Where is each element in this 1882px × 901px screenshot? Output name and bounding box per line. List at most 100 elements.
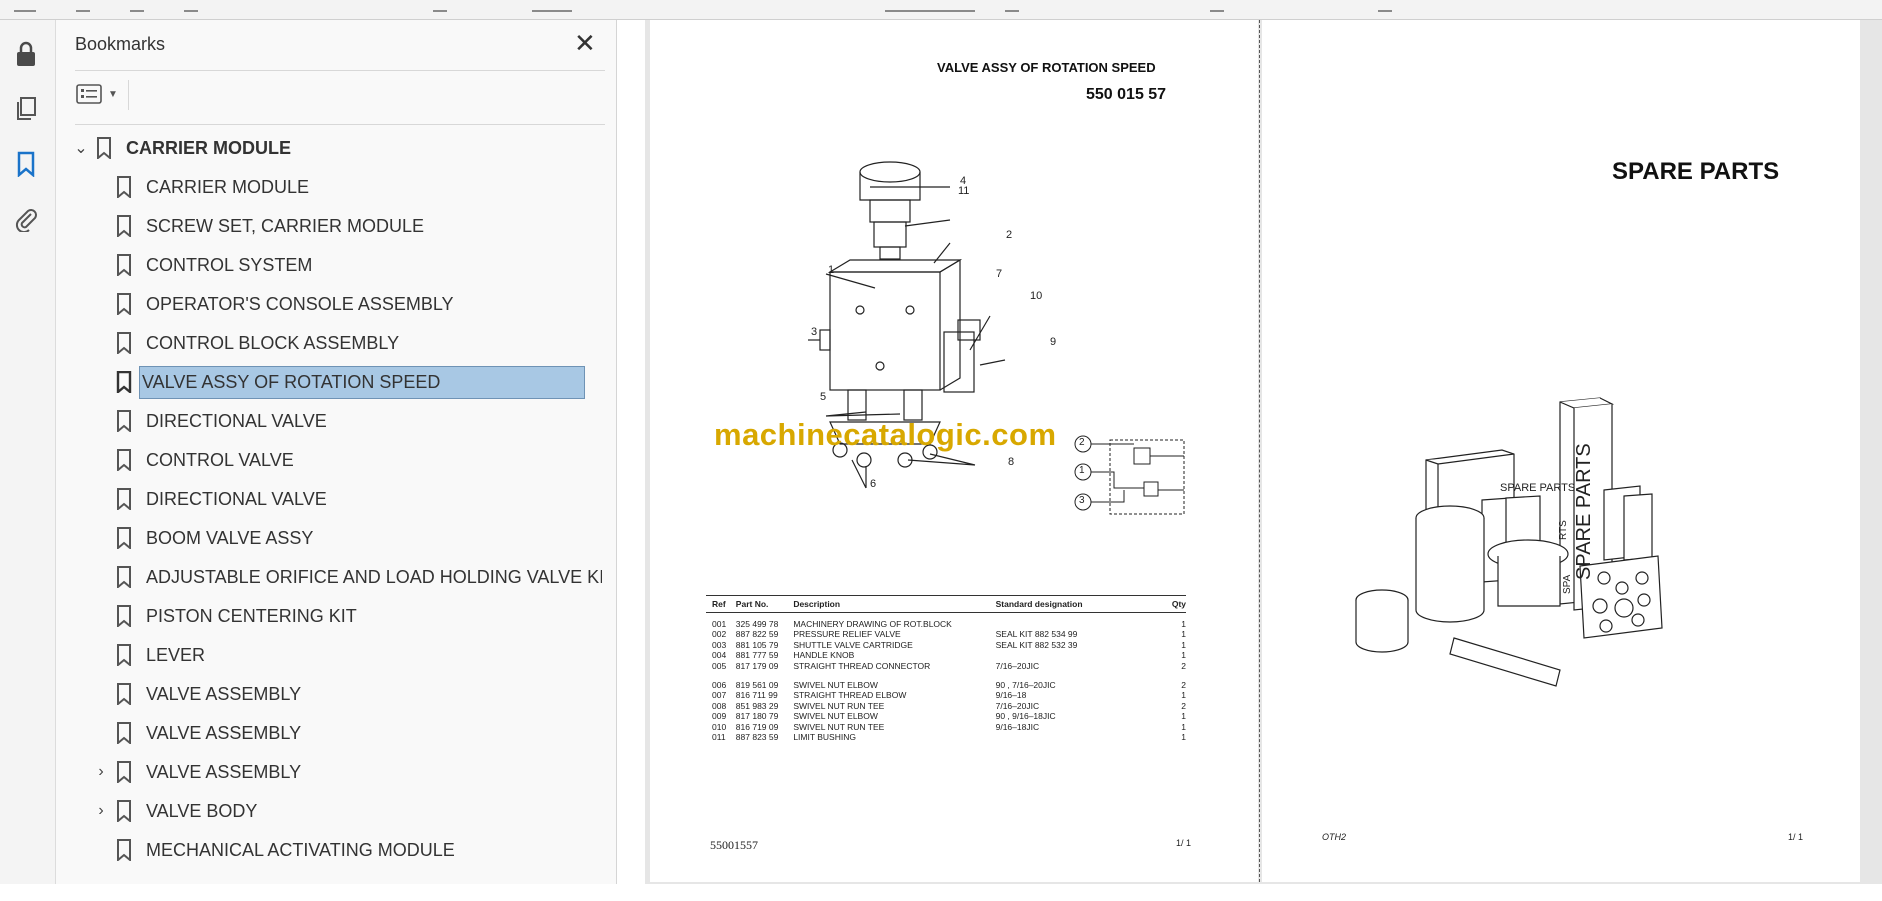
- callout-label: 10: [1030, 290, 1043, 302]
- bookmark-label: CARRIER MODULE: [126, 137, 291, 158]
- callout-label: 11: [958, 185, 970, 197]
- divider: [75, 124, 605, 125]
- bookmark-icon: [117, 566, 131, 588]
- table-header: Ref Part No. Description Standard design…: [706, 595, 1186, 613]
- print-icon[interactable]: [130, 0, 144, 12]
- table-row: 007 816 711 99 STRAIGHT THREAD ELBOW 9/16–1…: [712, 690, 1186, 701]
- bookmark-label: LEVER: [146, 644, 206, 665]
- bookmark-item-expandable[interactable]: › VALVE ASSEMBLY: [92, 755, 301, 789]
- bookmark-label: VALVE ASSY OF ROTATION SPEED: [139, 365, 585, 399]
- bookmark-item[interactable]: CONTROL VALVE: [116, 443, 294, 477]
- box-label: SPARE PARTS: [1500, 482, 1576, 494]
- bookmark-item-expandable[interactable]: › VALVE BODY: [92, 794, 257, 828]
- fit-page-icon[interactable]: [1005, 0, 1019, 12]
- page-divider: [1259, 20, 1260, 882]
- bookmark-label: VALVE ASSEMBLY: [146, 722, 302, 743]
- zoom-icon[interactable]: [184, 0, 198, 12]
- bookmark-item-carrier-module-root[interactable]: ⌄ CARRIER MODULE: [72, 131, 291, 165]
- table-row: 001 325 499 78 MACHINERY DRAWING OF ROT.BL…: [712, 619, 1186, 629]
- watermark: machinecatalogic.com: [714, 417, 1057, 452]
- callout-label: 9: [1050, 336, 1057, 348]
- schematic-label: 1: [1079, 465, 1085, 476]
- box-label-vertical: SPA: [1562, 574, 1573, 594]
- divider: [128, 80, 129, 110]
- bookmark-label: VALVE BODY: [146, 800, 258, 821]
- pages-icon[interactable]: [12, 95, 40, 123]
- valve-drawing: [808, 161, 1006, 489]
- bookmark-icon: [116, 371, 132, 393]
- page-footer-code: OTH2: [1322, 832, 1347, 842]
- table-row: 002 887 822 59 PRESSURE RELIEF VALVE SEAL K…: [712, 629, 1186, 640]
- chevron-right-icon[interactable]: ›: [92, 763, 110, 781]
- bookmark-item[interactable]: BOOM VALVE ASSY: [116, 521, 313, 555]
- bookmark-icon: [97, 137, 111, 159]
- table-row: 005 817 179 09 STRAIGHT THREAD CONNECTOR 7/…: [712, 660, 1186, 671]
- bookmark-item[interactable]: MECHANICAL ACTIVATING MODULE: [116, 833, 455, 867]
- bookmark-label: MECHANICAL ACTIVATING MODULE: [146, 839, 455, 860]
- page-footer-code: 55001557: [710, 838, 758, 852]
- bookmark-item[interactable]: SCREW SET, CARRIER MODULE: [116, 209, 424, 243]
- bookmark-item[interactable]: DIRECTIONAL VALVE: [116, 482, 327, 516]
- header-desc: Description: [793, 599, 841, 609]
- bookmark-item[interactable]: VALVE ASSEMBLY: [116, 716, 301, 750]
- bookmark-item[interactable]: LEVER: [116, 638, 205, 672]
- comment-icon[interactable]: [1210, 0, 1224, 12]
- bookmark-label: DIRECTIONAL VALVE: [146, 488, 327, 509]
- bookmarks-panel: Bookmarks ✕ ▼ ⌄ CARRIER MODULE CARRIER M…: [56, 20, 692, 884]
- chevron-right-icon[interactable]: ›: [92, 802, 110, 820]
- bookmark-label: VALVE ASSEMBLY: [146, 683, 302, 704]
- stamp-icon[interactable]: [1378, 0, 1392, 12]
- bookmark-item[interactable]: CARRIER MODULE: [116, 170, 309, 204]
- page-title: VALVE ASSY OF ROTATION SPEED: [937, 60, 1156, 75]
- close-icon[interactable]: ✕: [574, 30, 596, 56]
- menu-icon[interactable]: [14, 0, 36, 12]
- bookmark-icon: [117, 176, 131, 198]
- bookmark-icon: [117, 410, 131, 432]
- table-row: 009 817 180 79 SWIVEL NUT ELBOW 90 , 9/16–1…: [712, 711, 1186, 722]
- header-qty: Qty: [1171, 599, 1186, 609]
- bookmark-label: CONTROL SYSTEM: [146, 254, 313, 275]
- bookmark-label: CARRIER MODULE: [146, 176, 310, 197]
- bookmark-options-button[interactable]: ▼: [76, 80, 124, 108]
- chevron-down-icon: ▼: [108, 88, 118, 100]
- bookmark-item[interactable]: DIRECTIONAL VALVE: [116, 404, 327, 438]
- bookmark-item[interactable]: CONTROL SYSTEM: [116, 248, 312, 282]
- bookmark-label: OPERATOR'S CONSOLE ASSEMBLY: [146, 293, 454, 314]
- header-std: Standard designation: [995, 599, 1083, 609]
- bookmark-icon: [117, 800, 131, 822]
- chevron-down-icon[interactable]: ⌄: [72, 138, 90, 158]
- left-rail: [0, 20, 56, 884]
- bookmarks-icon[interactable]: [12, 150, 40, 178]
- bookmark-icon: [117, 683, 131, 705]
- box-label-vertical: RTS: [1558, 520, 1569, 540]
- table-row: 011 887 823 59 LIMIT BUSHING 1: [712, 732, 1186, 743]
- attachment-icon[interactable]: [12, 205, 40, 233]
- bookmark-item[interactable]: OPERATOR'S CONSOLE ASSEMBLY: [116, 287, 454, 321]
- bookmark-label: VALVE ASSEMBLY: [146, 761, 302, 782]
- bookmark-icon: [117, 293, 131, 315]
- bookmark-add-icon[interactable]: [76, 0, 90, 12]
- bookmark-item[interactable]: PISTON CENTERING KIT: [116, 599, 357, 633]
- zoom-field[interactable]: [885, 0, 975, 12]
- lock-icon[interactable]: [12, 40, 40, 68]
- schematic-label: 3: [1079, 495, 1085, 506]
- header-ref: Ref: [712, 599, 726, 609]
- callout-label: 5: [820, 391, 827, 403]
- bookmark-icon: [117, 332, 131, 354]
- bookmark-item-selected[interactable]: VALVE ASSY OF ROTATION SPEED: [116, 365, 585, 399]
- bookmark-item[interactable]: CONTROL BLOCK ASSEMBLY: [116, 326, 399, 360]
- bookmark-item[interactable]: VALVE ASSEMBLY: [116, 677, 301, 711]
- callout-label: 8: [1008, 456, 1015, 468]
- table-row: 008 851 983 29 SWIVEL NUT RUN TEE 7/16–20JI…: [712, 700, 1186, 711]
- page-up-icon[interactable]: [433, 0, 447, 12]
- bookmark-label: CONTROL VALVE: [146, 449, 294, 470]
- bookmark-label: BOOM VALVE ASSY: [146, 527, 314, 548]
- part-number: 550 015 57: [1086, 86, 1167, 103]
- bookmark-label: DIRECTIONAL VALVE: [146, 410, 327, 431]
- bookmark-label: CONTROL BLOCK ASSEMBLY: [146, 332, 400, 353]
- top-toolbar: [0, 0, 1882, 20]
- list-options-icon: [76, 84, 102, 104]
- bookmark-item[interactable]: ADJUSTABLE ORIFICE AND LOAD HOLDING VALV…: [116, 560, 602, 594]
- page-number-field[interactable]: [532, 0, 572, 12]
- page-footer-number: 1/ 1: [1788, 832, 1804, 842]
